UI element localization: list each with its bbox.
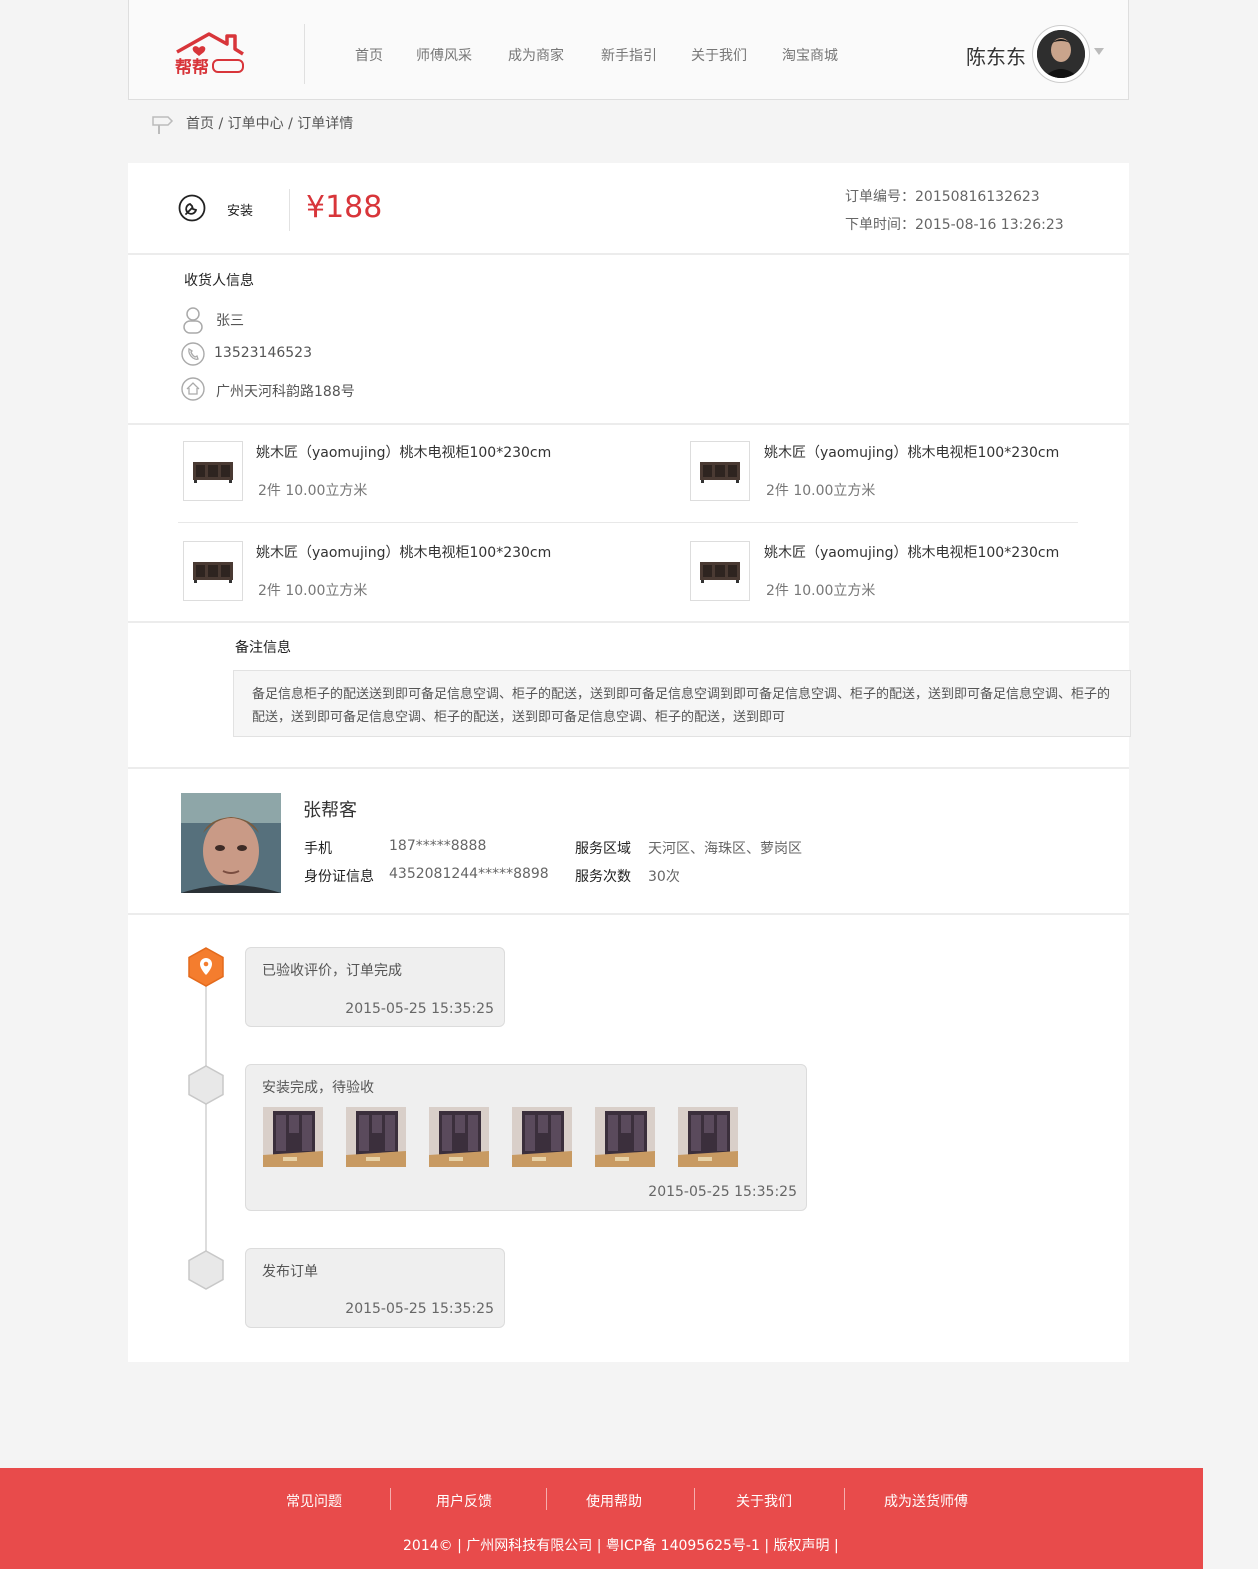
section-divider — [128, 253, 1129, 255]
product-thumbnail[interactable] — [690, 541, 750, 601]
section-divider — [128, 913, 1129, 915]
section-divider — [128, 423, 1129, 425]
nav-taobao[interactable]: 淘宝商城 — [782, 45, 838, 65]
home-icon — [181, 377, 205, 401]
footer-become-driver-link[interactable]: 成为送货师傅 — [884, 1491, 968, 1511]
divider — [289, 189, 290, 231]
worker-id: 4352081244*****8898 — [389, 866, 549, 882]
chevron-down-icon[interactable] — [1094, 48, 1104, 55]
user-name[interactable]: 陈东东 — [966, 41, 1026, 70]
timeline-line — [205, 963, 207, 1273]
nav-become-merchant[interactable]: 成为商家 — [508, 45, 564, 65]
timeline-time: 2015-05-25 15:35:25 — [648, 1184, 797, 1200]
order-price: ¥188 — [306, 190, 383, 225]
product-divider — [178, 522, 1078, 523]
worker-area-label: 服务区域 — [575, 841, 631, 857]
timeline-event: 已验收评价，订单完成 2015-05-25 15:35:25 — [245, 947, 505, 1027]
timeline-title: 已验收评价，订单完成 — [262, 963, 402, 979]
product-quantity: 2件 10.00立方米 — [258, 583, 368, 599]
nav-about[interactable]: 关于我们 — [691, 45, 747, 65]
timeline-node-icon — [188, 1065, 224, 1105]
timeline-node-icon — [188, 1250, 224, 1290]
consignee-phone: 13523146523 — [214, 345, 312, 361]
logo-divider — [304, 24, 305, 84]
svg-text:帮帮: 帮帮 — [175, 58, 209, 76]
product-quantity: 2件 10.00立方米 — [766, 483, 876, 499]
remark-title: 备注信息 — [235, 640, 291, 656]
footer-separator — [390, 1488, 391, 1510]
consignee-name: 张三 — [216, 313, 244, 329]
footer-faq-link[interactable]: 常见问题 — [286, 1491, 342, 1511]
install-photo[interactable] — [595, 1107, 655, 1167]
footer-separator — [844, 1488, 845, 1510]
signpost-icon — [152, 116, 174, 134]
order-number: 订单编号：20150816132623 — [845, 189, 1040, 205]
install-photo[interactable] — [346, 1107, 406, 1167]
footer-separator — [694, 1488, 695, 1510]
footer-separator — [546, 1488, 547, 1510]
breadcrumb[interactable]: 首页 / 订单中心 / 订单详情 — [186, 113, 353, 133]
install-photo[interactable] — [429, 1107, 489, 1167]
product-thumbnail[interactable] — [183, 541, 243, 601]
section-divider — [128, 767, 1129, 769]
service-type: 安装 — [227, 204, 254, 219]
product-name[interactable]: 姚木匠（yaomujing）桃木电视柜100*230cm — [764, 442, 1059, 462]
worker-count: 30次 — [648, 869, 680, 885]
nav-home[interactable]: 首页 — [355, 45, 383, 65]
product-quantity: 2件 10.00立方米 — [258, 483, 368, 499]
header: 帮帮 首页 师傅风采 成为商家 新手指引 关于我们 淘宝商城 陈东东 — [128, 0, 1129, 100]
install-photo[interactable] — [263, 1107, 323, 1167]
footer: 常见问题 用户反馈 使用帮助 关于我们 成为送货师傅 2014© | 广州网科技… — [0, 1468, 1203, 1569]
consignee-title: 收货人信息 — [184, 273, 254, 289]
footer-feedback-link[interactable]: 用户反馈 — [436, 1491, 492, 1511]
person-icon — [183, 307, 203, 334]
product-name[interactable]: 姚木匠（yaomujing）桃木电视柜100*230cm — [256, 542, 551, 562]
remark-text: 备足信息柜子的配送送到即可备足信息空调、柜子的配送，送到即可备足信息空调到即可备… — [233, 670, 1131, 737]
user-avatar[interactable] — [1032, 25, 1090, 83]
footer-about-link[interactable]: 关于我们 — [736, 1491, 792, 1511]
worker-name: 张帮客 — [303, 800, 357, 821]
timeline-event: 发布订单 2015-05-25 15:35:25 — [245, 1248, 505, 1328]
product-quantity: 2件 10.00立方米 — [766, 583, 876, 599]
timeline-title: 安装完成，待验收 — [262, 1080, 374, 1096]
footer-help-link[interactable]: 使用帮助 — [586, 1491, 642, 1511]
wrench-icon — [178, 194, 206, 222]
worker-id-label: 身份证信息 — [304, 869, 374, 885]
product-name[interactable]: 姚木匠（yaomujing）桃木电视柜100*230cm — [256, 442, 551, 462]
product-name[interactable]: 姚木匠（yaomujing）桃木电视柜100*230cm — [764, 542, 1059, 562]
worker-phone: 187*****8888 — [389, 838, 487, 854]
order-time: 下单时间：2015-08-16 13:26:23 — [845, 217, 1064, 233]
worker-count-label: 服务次数 — [575, 869, 631, 885]
worker-area: 天河区、海珠区、萝岗区 — [648, 841, 802, 857]
product-thumbnail[interactable] — [183, 441, 243, 501]
worker-phone-label: 手机 — [304, 841, 332, 857]
install-photo[interactable] — [678, 1107, 738, 1167]
section-divider — [128, 621, 1129, 623]
consignee-address: 广州天河科韵路188号 — [216, 384, 355, 400]
worker-avatar[interactable] — [181, 793, 281, 893]
order-detail-card: 安装 ¥188 订单编号：20150816132623 下单时间：2015-08… — [128, 163, 1131, 1362]
logo[interactable]: 帮帮 — [173, 28, 245, 76]
footer-copyright: 2014© | 广州网科技有限公司 | 粤ICP备 14095625号-1 | … — [403, 1538, 839, 1554]
nav-masters[interactable]: 师傅风采 — [416, 45, 472, 65]
nav-beginner-guide[interactable]: 新手指引 — [601, 45, 657, 65]
timeline-time: 2015-05-25 15:35:25 — [345, 1001, 494, 1017]
install-photo[interactable] — [512, 1107, 572, 1167]
timeline-title: 发布订单 — [262, 1264, 318, 1280]
location-pin-icon — [188, 947, 224, 987]
page-margin — [1203, 1468, 1258, 1569]
timeline-event: 安装完成，待验收 2015-05-25 15:35:25 — [245, 1064, 807, 1211]
phone-icon — [181, 342, 205, 366]
product-thumbnail[interactable] — [690, 441, 750, 501]
timeline-time: 2015-05-25 15:35:25 — [345, 1301, 494, 1317]
